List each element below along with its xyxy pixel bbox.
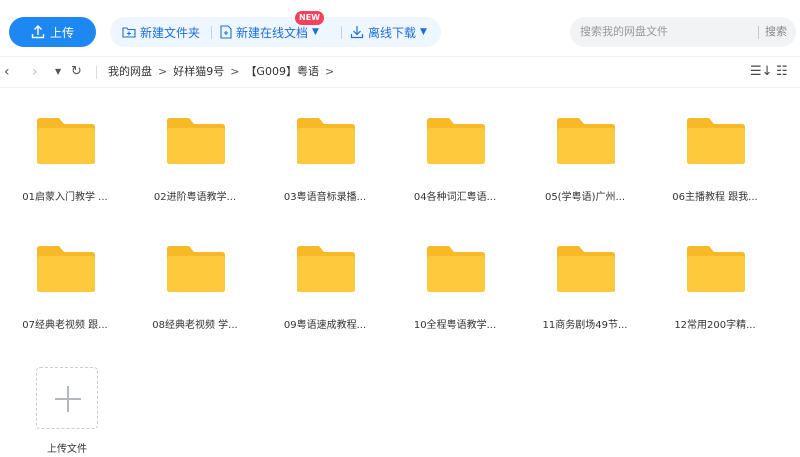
refresh-icon[interactable]: ↻ (71, 57, 82, 87)
folder-item[interactable]: 11商务剧场49节... (520, 224, 650, 339)
toolbar-divider (341, 26, 342, 39)
search-divider (758, 26, 759, 39)
search-box[interactable]: 搜索我的网盘文件 搜索 (570, 17, 796, 47)
breadcrumb-separator: > (230, 65, 240, 78)
search-input[interactable]: 搜索我的网盘文件 (580, 17, 668, 47)
upload-file-tile[interactable] (36, 367, 98, 429)
new-online-doc-label: 新建在线文档 (236, 25, 309, 40)
download-icon (350, 26, 364, 39)
toolbar: 上传 新建文件夹 新建在线文档 ▼ 离线下载 ▼ NEW 搜索我的网盘文件 搜索 (0, 0, 800, 52)
list-view-icon[interactable]: ☷ (776, 57, 788, 87)
folder-name: 01启蒙入门教学 ... (22, 192, 108, 203)
breadcrumb-separator: > (324, 65, 335, 78)
breadcrumb-item[interactable]: 【G009】粤语 (245, 57, 319, 87)
offline-download-label: 离线下载 (368, 25, 417, 40)
chevron-down-icon: ▼ (420, 27, 427, 37)
folder-icon (297, 246, 355, 292)
navigation-bar: ‹ › ▼ ↻ 我的网盘 > 好样猫9号 > 【G009】粤语 > ☰↓ ☷ (0, 56, 800, 88)
back-icon[interactable]: ‹ (4, 57, 10, 87)
folder-icon (37, 246, 95, 292)
folder-item[interactable]: 10全程粤语教学... (390, 224, 520, 339)
search-button[interactable]: 搜索 (765, 17, 787, 47)
plus-icon (67, 386, 69, 412)
upload-button[interactable]: 上传 (9, 17, 96, 47)
folder-icon (687, 118, 745, 164)
folder-icon (297, 118, 355, 164)
history-dropdown-icon[interactable]: ▼ (55, 57, 61, 87)
upload-icon (31, 25, 45, 39)
chevron-down-icon: ▼ (312, 27, 319, 37)
folder-name: 10全程粤语教学... (413, 320, 497, 331)
folder-name: 04各种词汇粤语... (413, 192, 497, 203)
folder-name: 07经典老视频 跟... (22, 320, 108, 331)
toolbar-divider (211, 26, 212, 39)
folder-item[interactable]: 01启蒙入门教学 ... (0, 96, 130, 211)
folder-item[interactable]: 09粤语速成教程... (260, 224, 390, 339)
breadcrumb-separator: > (158, 65, 168, 78)
folder-icon (167, 118, 225, 164)
folder-icon (167, 246, 225, 292)
offline-download-button[interactable]: 离线下载 ▼ (350, 17, 427, 47)
action-group: 新建文件夹 新建在线文档 ▼ 离线下载 ▼ (110, 17, 441, 47)
folder-icon (687, 246, 745, 292)
folder-item[interactable]: 02进阶粤语教学... (130, 96, 260, 211)
new-doc-icon (220, 25, 232, 39)
upload-button-label: 上传 (49, 25, 74, 40)
new-folder-label: 新建文件夹 (140, 25, 201, 40)
folder-item[interactable]: 05(学粤语)广州... (520, 96, 650, 211)
folder-item[interactable]: 03粤语音标录播... (260, 96, 390, 211)
folder-name: 03粤语音标录播... (283, 192, 367, 203)
nav-divider (96, 66, 97, 79)
breadcrumb: 我的网盘 > 好样猫9号 > 【G009】粤语 > (108, 57, 334, 87)
folder-name: 02进阶粤语教学... (153, 192, 237, 203)
folder-icon (427, 118, 485, 164)
folder-name: 08经典老视频 学... (152, 320, 238, 331)
new-folder-icon (122, 27, 136, 38)
folder-icon (427, 246, 485, 292)
folder-icon (557, 246, 615, 292)
folder-item[interactable]: 12常用200字精... (650, 224, 780, 339)
forward-icon[interactable]: › (32, 57, 38, 87)
breadcrumb-item[interactable]: 好样猫9号 (173, 57, 224, 87)
folder-item[interactable]: 07经典老视频 跟... (0, 224, 130, 339)
folder-item[interactable]: 06主播教程 跟我... (650, 96, 780, 211)
folder-icon (557, 118, 615, 164)
upload-file-label: 上传文件 (47, 444, 87, 455)
breadcrumb-item[interactable]: 我的网盘 (108, 57, 152, 87)
folder-item[interactable]: 08经典老视频 学... (130, 224, 260, 339)
folder-name: 12常用200字精... (674, 320, 756, 331)
sort-icon[interactable]: ☰↓ (750, 57, 773, 87)
folder-name: 11商务剧场49节... (542, 320, 628, 331)
folder-name: 09粤语速成教程... (283, 320, 367, 331)
folder-item[interactable]: 04各种词汇粤语... (390, 96, 520, 211)
new-badge: NEW (295, 11, 324, 25)
folder-icon (37, 118, 95, 164)
folder-name: 06主播教程 跟我... (672, 192, 758, 203)
folder-name: 05(学粤语)广州... (544, 192, 626, 203)
new-folder-button[interactable]: 新建文件夹 (122, 17, 200, 47)
